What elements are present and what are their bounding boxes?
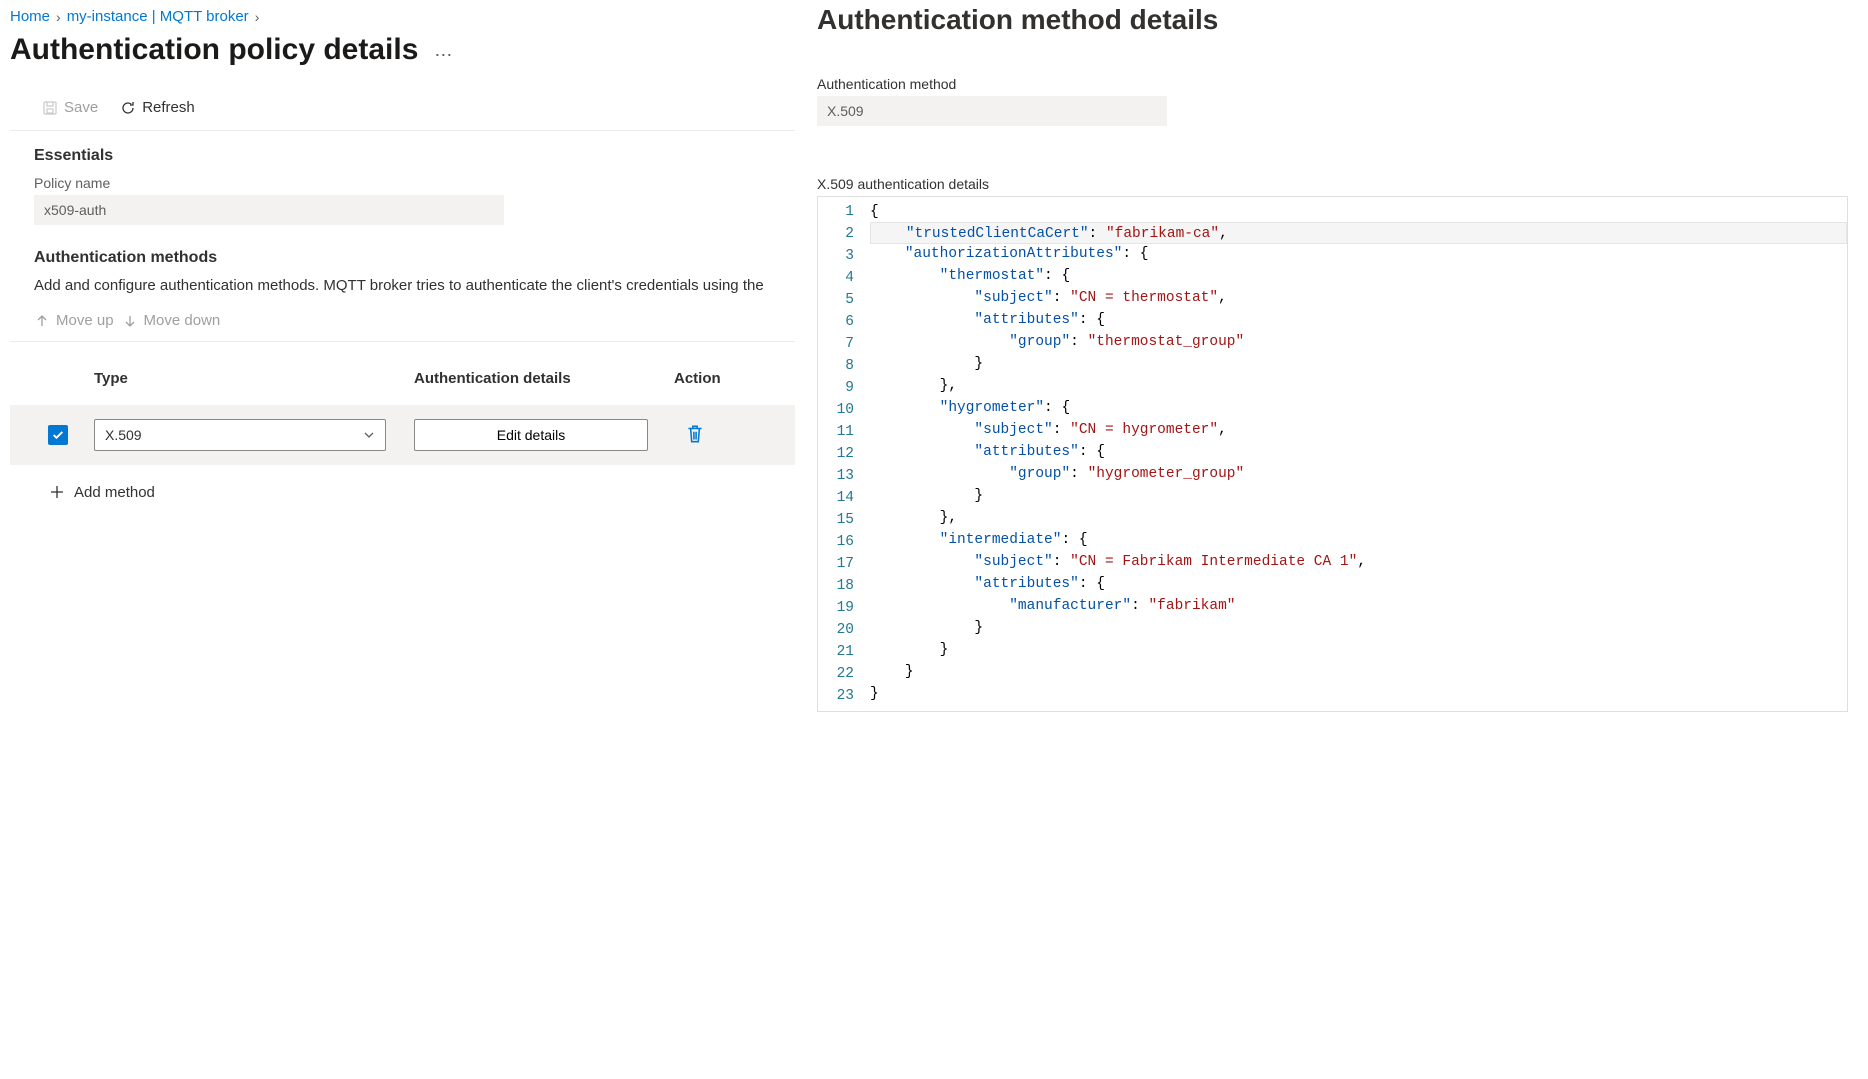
table-row: X.509 Edit details (10, 405, 795, 465)
check-icon (51, 428, 65, 442)
auth-method-value (817, 96, 1167, 126)
methods-table: Type Authentication details Action X.509… (10, 342, 795, 501)
policy-name-label: Policy name (34, 175, 795, 195)
right-title: Authentication method details (817, 4, 1848, 76)
arrow-down-icon (122, 313, 138, 329)
th-details: Authentication details (414, 370, 674, 387)
move-down-button[interactable]: Move down (122, 312, 221, 329)
page-title-row: Authentication policy details ⋯ (10, 27, 795, 75)
chevron-right-icon: › (56, 9, 61, 25)
essentials-section: Essentials Policy name (10, 131, 795, 225)
row-checkbox[interactable] (48, 425, 68, 445)
more-actions-button[interactable]: ⋯ (434, 35, 453, 66)
add-method-label: Add method (74, 484, 155, 501)
plus-icon (48, 483, 66, 501)
methods-section: Authentication methods Add and configure… (10, 225, 795, 294)
editor-label: X.509 authentication details (817, 126, 1848, 196)
editor-gutter: 1234567891011121314151617181920212223 (818, 197, 870, 711)
breadcrumb: Home › my-instance | MQTT broker › (10, 6, 795, 27)
chevron-down-icon (363, 429, 375, 441)
refresh-label: Refresh (142, 99, 195, 116)
th-action: Action (674, 370, 721, 387)
policy-name-value (34, 195, 504, 225)
add-method-button[interactable]: Add method (34, 465, 795, 501)
th-type: Type (94, 370, 414, 387)
breadcrumb-instance[interactable]: my-instance | MQTT broker (67, 8, 249, 25)
editor-code[interactable]: { "trustedClientCaCert": "fabrikam-ca", … (870, 197, 1847, 711)
move-down-label: Move down (144, 312, 221, 329)
toolbar: Save Refresh (10, 75, 795, 131)
chevron-right-icon: › (255, 9, 260, 25)
methods-description: Add and configure authentication methods… (34, 269, 795, 294)
refresh-button[interactable]: Refresh (112, 95, 203, 120)
save-button[interactable]: Save (34, 95, 106, 120)
json-editor[interactable]: 1234567891011121314151617181920212223 { … (817, 196, 1848, 712)
save-icon (42, 100, 58, 116)
left-pane: Home › my-instance | MQTT broker › Authe… (0, 0, 795, 1079)
essentials-heading: Essentials (34, 147, 795, 175)
edit-details-button[interactable]: Edit details (414, 419, 648, 451)
type-select-value: X.509 (105, 427, 142, 443)
page-title: Authentication policy details (10, 33, 418, 67)
move-up-button[interactable]: Move up (34, 312, 114, 329)
save-label: Save (64, 99, 98, 116)
table-header: Type Authentication details Action (34, 342, 795, 405)
type-select[interactable]: X.509 (94, 419, 386, 451)
move-up-label: Move up (56, 312, 114, 329)
breadcrumb-home[interactable]: Home (10, 8, 50, 25)
move-row: Move up Move down (10, 294, 795, 342)
refresh-icon (120, 100, 136, 116)
arrow-up-icon (34, 313, 50, 329)
delete-icon[interactable] (684, 423, 706, 445)
right-pane: Authentication method details Authentica… (795, 0, 1868, 1079)
methods-heading: Authentication methods (34, 249, 795, 269)
auth-method-label: Authentication method (817, 76, 1848, 96)
